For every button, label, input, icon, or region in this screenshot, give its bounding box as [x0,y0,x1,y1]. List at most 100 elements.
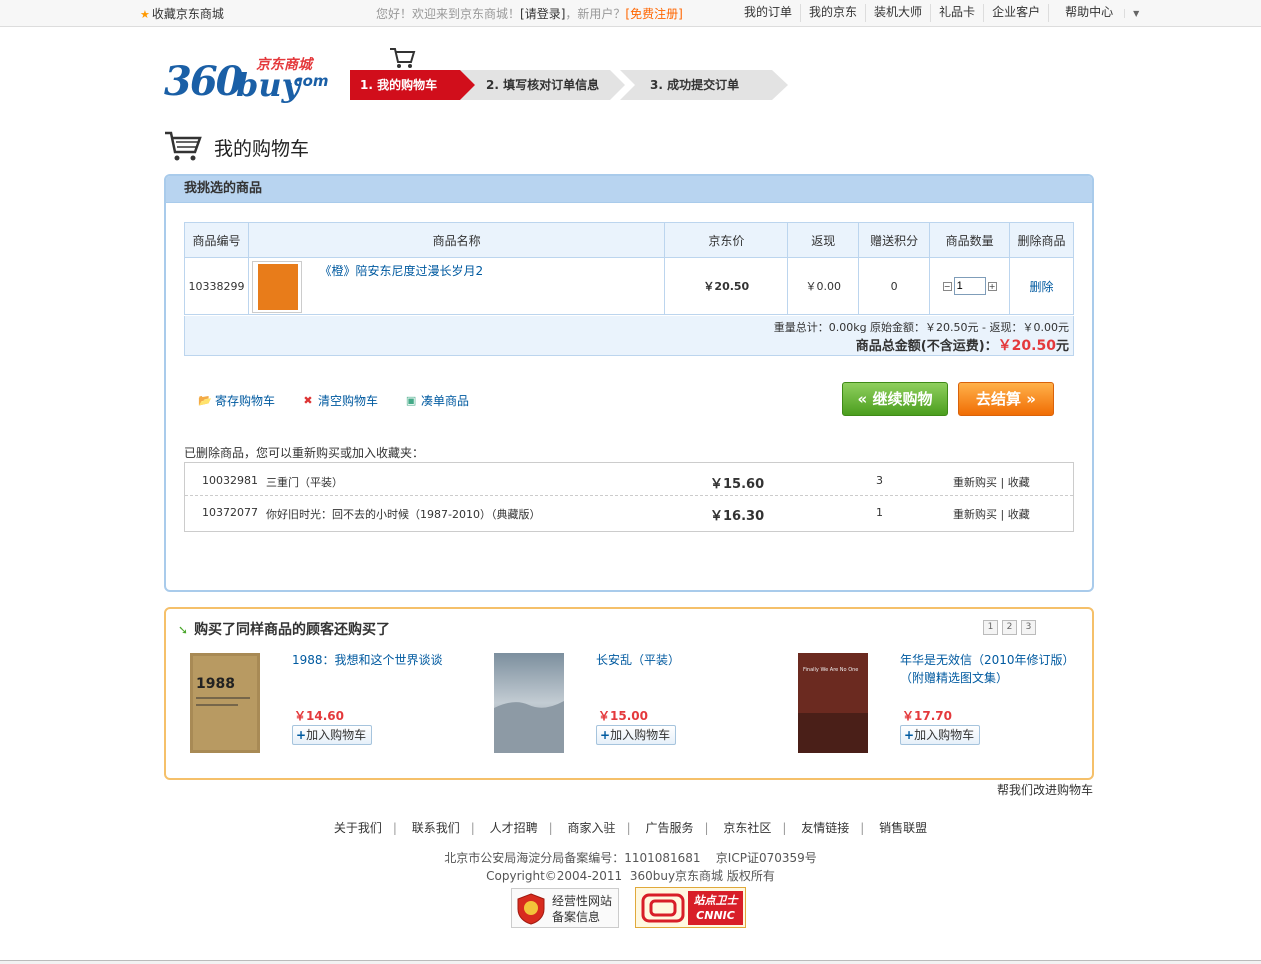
list-item: 10372077 你好旧时光：回不去的小时候（1987-2010）（典藏版） ￥… [185,497,1073,528]
recommendation-panel: ➘ 购买了同样商品的顾客还购买了 1 2 3 1988 1988：我想和这个世界谈… [164,607,1094,780]
deleted-items-label: 已删除商品，您可以重新购买或加入收藏夹： [184,446,425,460]
checkout-button[interactable]: 去结算 » [958,382,1054,416]
badge1-line2: 备案信息 [552,910,601,924]
footer-friend-links[interactable]: 友情链接 [790,821,860,835]
delete-link[interactable]: 删除 [1030,280,1054,294]
deleted-item-name[interactable]: 三重门（平装） [266,474,343,490]
plus-icon: + [600,728,611,742]
book-cover-image[interactable]: Finally We Are No One [798,653,868,753]
col-delete: 删除商品 [1009,222,1074,258]
summary-total-value: ￥20.50 [997,338,1056,354]
recommended-product-name[interactable]: 长安乱（平装） [596,651,786,669]
footer-separator: | [392,821,397,835]
website-filing-badge[interactable]: 经营性网站 备案信息 [511,888,619,928]
logo-com: .com [288,72,329,90]
footer-ads[interactable]: 广告服务 [634,821,704,835]
page-button[interactable]: 1 [983,620,998,635]
add-to-cart-button[interactable]: +加入购物车 [900,725,980,745]
nav-my-orders[interactable]: 我的订单 [736,4,800,22]
footer-separator: | [860,821,865,835]
new-user-text: ，新用户？ [565,7,626,21]
product-thumbnail[interactable] [251,261,302,313]
deleted-item-name[interactable]: 你好旧时光：回不去的小时候（1987-2010）（典藏版） [266,506,540,522]
quantity-input[interactable] [953,277,986,295]
item-price: ￥20.50 [664,257,789,315]
bundle-label: 凑单商品 [421,394,470,408]
add-to-cart-label: 加入购物车 [306,728,367,742]
welcome-message: 您好！欢迎来到京东商城！ [376,7,521,21]
page-button[interactable]: 3 [1021,620,1036,635]
footer-community[interactable]: 京东社区 [712,821,782,835]
favorite-label: 收藏京东商城 [151,7,224,21]
nav-my-jd[interactable]: 我的京东 [800,4,865,22]
recommended-product-price: ￥17.70 [902,709,952,723]
recommended-product-name[interactable]: 1988：我想和这个世界谈谈 [292,651,482,669]
table-row: 10338299 《橙》陪安东尼度过漫长岁月2 ￥20.50 ￥0.00 0 −… [184,257,1074,315]
item-quantity-cell: − + [929,257,1011,315]
register-link[interactable]: [免费注册] [625,7,682,21]
col-jd-price: 京东价 [664,222,789,258]
footer-jobs[interactable]: 人才招聘 [479,821,549,835]
recommendation-pager: 1 2 3 [983,620,1036,635]
continue-label: 继续购物 [872,390,933,408]
save-cart-link[interactable]: 📂 寄存购物车 [198,392,275,409]
summary-weight-amount: 重量总计：0.00kg 原始金额：￥20.50元 - 返现：￥0.00元 [773,321,1069,334]
col-quantity: 商品数量 [929,222,1011,258]
rebuy-favorite-links[interactable]: 重新购买 | 收藏 [953,474,1030,490]
cart-table-header: 商品编号 商品名称 京东价 返现 赠送积分 商品数量 删除商品 [184,222,1074,258]
cart-icon [390,48,416,68]
login-link[interactable]: [请登录] [520,7,565,21]
add-to-cart-button[interactable]: +加入购物车 [292,725,372,745]
svg-text:Finally We Are No One: Finally We Are No One [803,667,858,673]
cart-actions: 📂 寄存购物车 ✖ 清空购物车 ▣ 凑单商品 [198,392,469,409]
recommended-product-price: ￥14.60 [294,709,344,723]
nav-enterprise[interactable]: 企业客户 [983,4,1048,22]
footer-links: 关于我们 | 联系我们 | 人才招聘 | 商家入驻 | 广告服务 | 京东社区 | 友情链接… [0,819,1261,836]
rebuy-favorite-links[interactable]: 重新购买 | 收藏 [953,506,1030,522]
recommendation-title-text: 购买了同样商品的顾客还购买了 [194,622,391,638]
deleted-item-qty: 3 [876,474,883,487]
feedback-link[interactable]: 帮我们改进购物车 [997,781,1093,798]
favorite-link[interactable]: ★ 收藏京东商城 [140,5,224,22]
book-cover-image[interactable] [494,653,564,753]
footer-merchants[interactable]: 商家入驻 [557,821,627,835]
nav-help-center[interactable]: 帮助中心 ▼ [1048,4,1155,22]
badge2-line2: CNNIC [696,909,735,922]
footer-affiliate[interactable]: 销售联盟 [868,821,938,835]
recommended-product: 长安乱（平装） ￥15.00 +加入购物车 [480,651,780,761]
recommended-product-price: ￥15.00 [598,709,648,723]
double-left-arrow-icon: « [857,390,868,408]
recommended-product-name[interactable]: 年华是无效信（2010年修订版）（附赠精选图文集） [900,651,1090,687]
site-logo[interactable]: 360 京东商城 buy .com [164,52,334,106]
increase-button[interactable]: + [987,281,997,291]
footer-separator: | [704,821,709,835]
chevron-down-icon: ▼ [1124,9,1148,18]
continue-shopping-button[interactable]: « 继续购物 [842,382,948,416]
book-cover-image[interactable]: 1988 [190,653,260,753]
decrease-button[interactable]: − [942,281,952,291]
footer-separator: | [548,821,553,835]
arrow-icon: ➘ [178,623,189,637]
cnnic-logo-icon [641,893,685,923]
page-button[interactable]: 2 [1002,620,1017,635]
police-emblem-icon [517,893,545,925]
footer-copyright: Copyright©2004-2011 360buy京东商城 版权所有 [486,869,775,883]
deleted-item-price: ￥16.30 [710,509,765,524]
item-points: 0 [858,257,931,315]
step-submit: 3. 成功提交订单 [620,70,788,100]
col-product-id: 商品编号 [184,222,249,258]
clear-cart-label: 清空购物车 [318,394,379,408]
deleted-item-qty: 1 [876,506,883,519]
save-cart-label: 寄存购物车 [215,394,276,408]
product-name-link[interactable]: 《橙》陪安东尼度过漫长岁月2 [319,262,483,279]
footer-contact[interactable]: 联系我们 [401,821,471,835]
footer-about[interactable]: 关于我们 [323,821,393,835]
nav-pc-builder[interactable]: 装机大师 [865,4,930,22]
clear-cart-link[interactable]: ✖ 清空购物车 [301,392,378,409]
add-to-cart-button[interactable]: +加入购物车 [596,725,676,745]
add-to-cart-label: 加入购物车 [610,728,671,742]
nav-gift-card[interactable]: 礼品卡 [930,4,983,22]
bundle-link[interactable]: ▣ 凑单商品 [404,392,469,409]
site-guard-badge[interactable]: 站点卫士 CNNIC [635,887,746,928]
checkout-label: 去结算 [976,390,1022,408]
